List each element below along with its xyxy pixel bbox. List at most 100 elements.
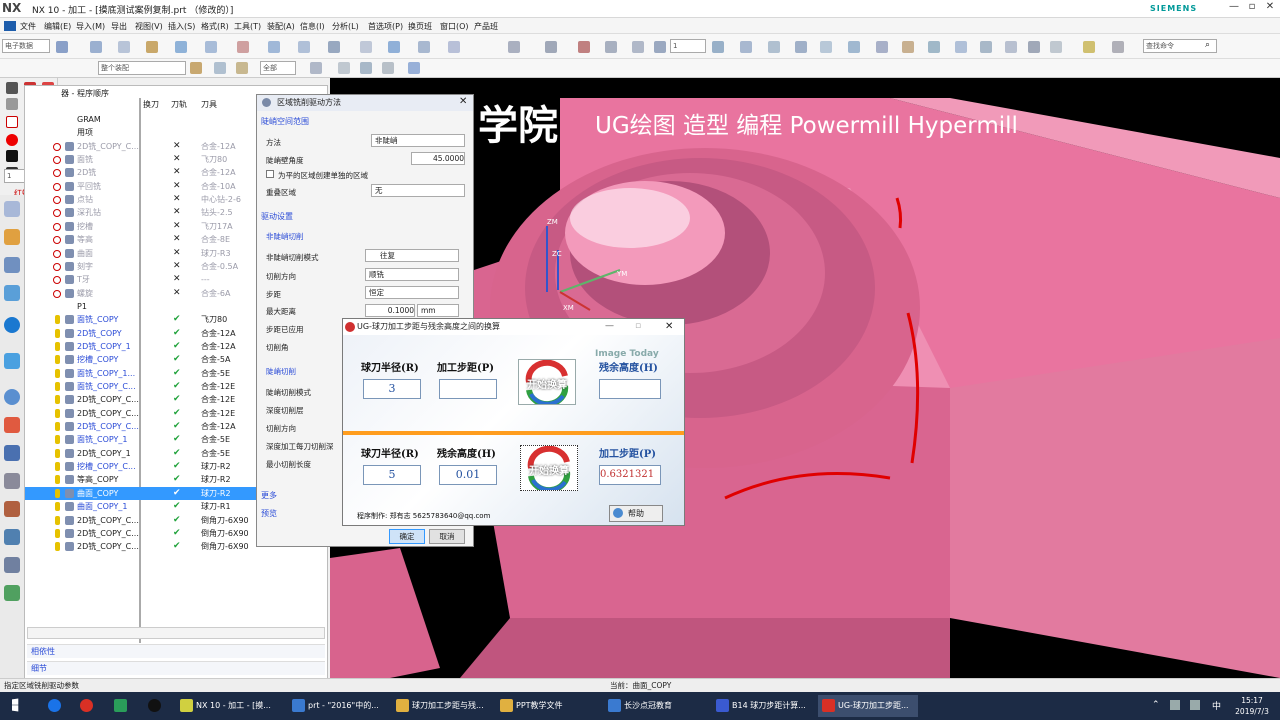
start-convert-button-top[interactable]: 开始换算 (518, 359, 576, 405)
toolbar-icon[interactable] (980, 41, 992, 53)
toolbar-icon[interactable] (382, 62, 394, 74)
toolbar-icon[interactable] (605, 41, 617, 53)
selection-filter-combo[interactable]: 电子数据 (2, 39, 50, 53)
drive-settings-header[interactable]: 驱动设置 (261, 211, 469, 222)
network-icon[interactable] (1170, 700, 1180, 710)
calc-minimize-button[interactable]: — (605, 321, 614, 331)
toolbar-icon[interactable] (1028, 41, 1040, 53)
taskbar-item[interactable]: PPT教学文件 (496, 695, 596, 717)
cut-direction-select[interactable]: 顺铣 (365, 268, 459, 281)
part-navigator-icon[interactable] (4, 229, 20, 245)
toolbar-icon[interactable] (90, 41, 102, 53)
toolbar-icon[interactable] (298, 41, 310, 53)
toolbar-icon[interactable] (360, 62, 372, 74)
stepover-select[interactable]: 恒定 (365, 286, 459, 299)
toolbar-icon[interactable] (712, 41, 724, 53)
stepover-output-bottom[interactable]: 0.6321321 (599, 465, 661, 485)
menu-info[interactable]: 信息(I) (300, 21, 325, 32)
toolbar-icon[interactable] (388, 41, 400, 53)
max-distance-unit-select[interactable]: mm (417, 304, 459, 317)
app-icon[interactable] (114, 699, 127, 712)
toolbar-icon[interactable] (820, 41, 832, 53)
method-select[interactable]: 非陡峭 (371, 134, 465, 147)
menu-analysis[interactable]: 分析(L) (332, 21, 359, 32)
filled-ellipse-icon[interactable] (6, 134, 18, 146)
toolbar-icon[interactable] (508, 41, 520, 53)
menu-insert[interactable]: 插入(S) (168, 21, 195, 32)
flat-area-checkbox[interactable] (266, 170, 274, 178)
toolbar-icon[interactable] (237, 41, 249, 53)
volume-icon[interactable] (1190, 700, 1200, 710)
machine-icon[interactable] (4, 473, 20, 489)
steep-section-header[interactable]: 陡峭空间范围 (261, 116, 469, 127)
toolbar-icon[interactable] (268, 41, 280, 53)
menu-format[interactable]: 格式(R) (201, 21, 229, 32)
toolbar-icon[interactable] (328, 41, 340, 53)
toolbar-icon[interactable] (1083, 41, 1095, 53)
toolbar-icon[interactable] (205, 41, 217, 53)
close-button[interactable]: ✕ (1262, 1, 1278, 16)
toolbar-icon[interactable] (236, 62, 248, 74)
history-icon[interactable] (4, 353, 20, 369)
menu-preferences[interactable]: 首选项(P) (368, 21, 403, 32)
line-width-icon[interactable] (6, 150, 18, 162)
toolbar-icon[interactable] (214, 62, 226, 74)
taskbar-item[interactable]: 球刀加工步距与残... (392, 695, 492, 717)
document-icon[interactable] (4, 557, 20, 573)
toolbar-icon[interactable] (1005, 41, 1017, 53)
toolbar-icon[interactable] (1112, 41, 1124, 53)
dialog-close-icon[interactable]: ✕ (459, 96, 467, 107)
toolbar-icon[interactable] (338, 62, 350, 74)
steep-angle-input[interactable]: 45.0000 (411, 152, 465, 165)
pattern-select[interactable]: 往复 (365, 249, 459, 262)
menu-tools[interactable]: 工具(T) (234, 21, 261, 32)
navigator-icon[interactable] (4, 201, 20, 217)
chrome-icon[interactable] (80, 699, 93, 712)
browser-icon[interactable] (48, 699, 61, 712)
toolbar-icon[interactable] (118, 41, 130, 53)
calc-close-button[interactable]: ✕ (665, 321, 673, 332)
maximize-button[interactable]: ▫ (1244, 1, 1260, 16)
windows-start-icon[interactable] (12, 698, 19, 712)
taskbar-item[interactable]: 长沙点冠教育 (604, 695, 708, 717)
start-convert-button-bottom[interactable]: 开始换算 (520, 445, 578, 491)
radius-input-bottom[interactable]: 5 (363, 465, 421, 485)
toolbar-icon[interactable] (418, 41, 430, 53)
menu-product[interactable]: 产品班 (474, 21, 498, 32)
menu-view[interactable]: 视图(V) (135, 21, 163, 32)
radius-input-top[interactable]: 3 (363, 379, 421, 399)
qq-icon[interactable] (148, 699, 161, 712)
detail-section[interactable]: 细节 (27, 661, 325, 675)
toolbar-icon[interactable] (310, 62, 322, 74)
menu-swap[interactable]: 换页班 (408, 21, 432, 32)
calc-maximize-button[interactable]: ▫ (635, 321, 641, 331)
toolbar-icon[interactable] (740, 41, 752, 53)
overlap-select[interactable]: 无 (371, 184, 465, 197)
taskbar-item[interactable]: UG-球刀加工步距... (818, 695, 918, 717)
pencil-icon[interactable] (6, 82, 18, 94)
toolbar-icon[interactable] (902, 41, 914, 53)
toolbar-icon[interactable] (768, 41, 780, 53)
assembly-scope-combo[interactable]: 整个装配 (98, 61, 186, 75)
toolbar-icon[interactable] (876, 41, 888, 53)
clock-icon[interactable] (4, 389, 20, 405)
toolbar-icon[interactable] (578, 41, 590, 53)
tray-chevron-icon[interactable]: ⌃ (1152, 700, 1160, 710)
clock[interactable]: 15:17 2019/7/3 (1232, 695, 1272, 717)
toolbar-icon[interactable] (545, 41, 557, 53)
steep-subheader[interactable]: 陡峭切削 (266, 366, 296, 377)
menu-window[interactable]: 窗口(O) (440, 21, 469, 32)
ok-button[interactable]: 确定 (389, 529, 425, 544)
rectangle-icon[interactable] (6, 116, 18, 128)
taskbar-item[interactable]: prt - "2016"中的... (288, 695, 388, 717)
undo-icon[interactable] (1050, 41, 1062, 53)
height-input-bottom[interactable]: 0.01 (439, 465, 497, 485)
toolbar-icon[interactable] (632, 41, 644, 53)
toolbar-icon[interactable] (848, 41, 860, 53)
toolbar-icon[interactable] (795, 41, 807, 53)
search-icon[interactable]: ⌕ (1205, 40, 1210, 50)
toolbar-icon[interactable] (360, 41, 372, 53)
ime-indicator[interactable]: 中 (1212, 699, 1221, 712)
toolbar-icon[interactable] (654, 41, 666, 53)
toolbar-icon[interactable] (928, 41, 940, 53)
